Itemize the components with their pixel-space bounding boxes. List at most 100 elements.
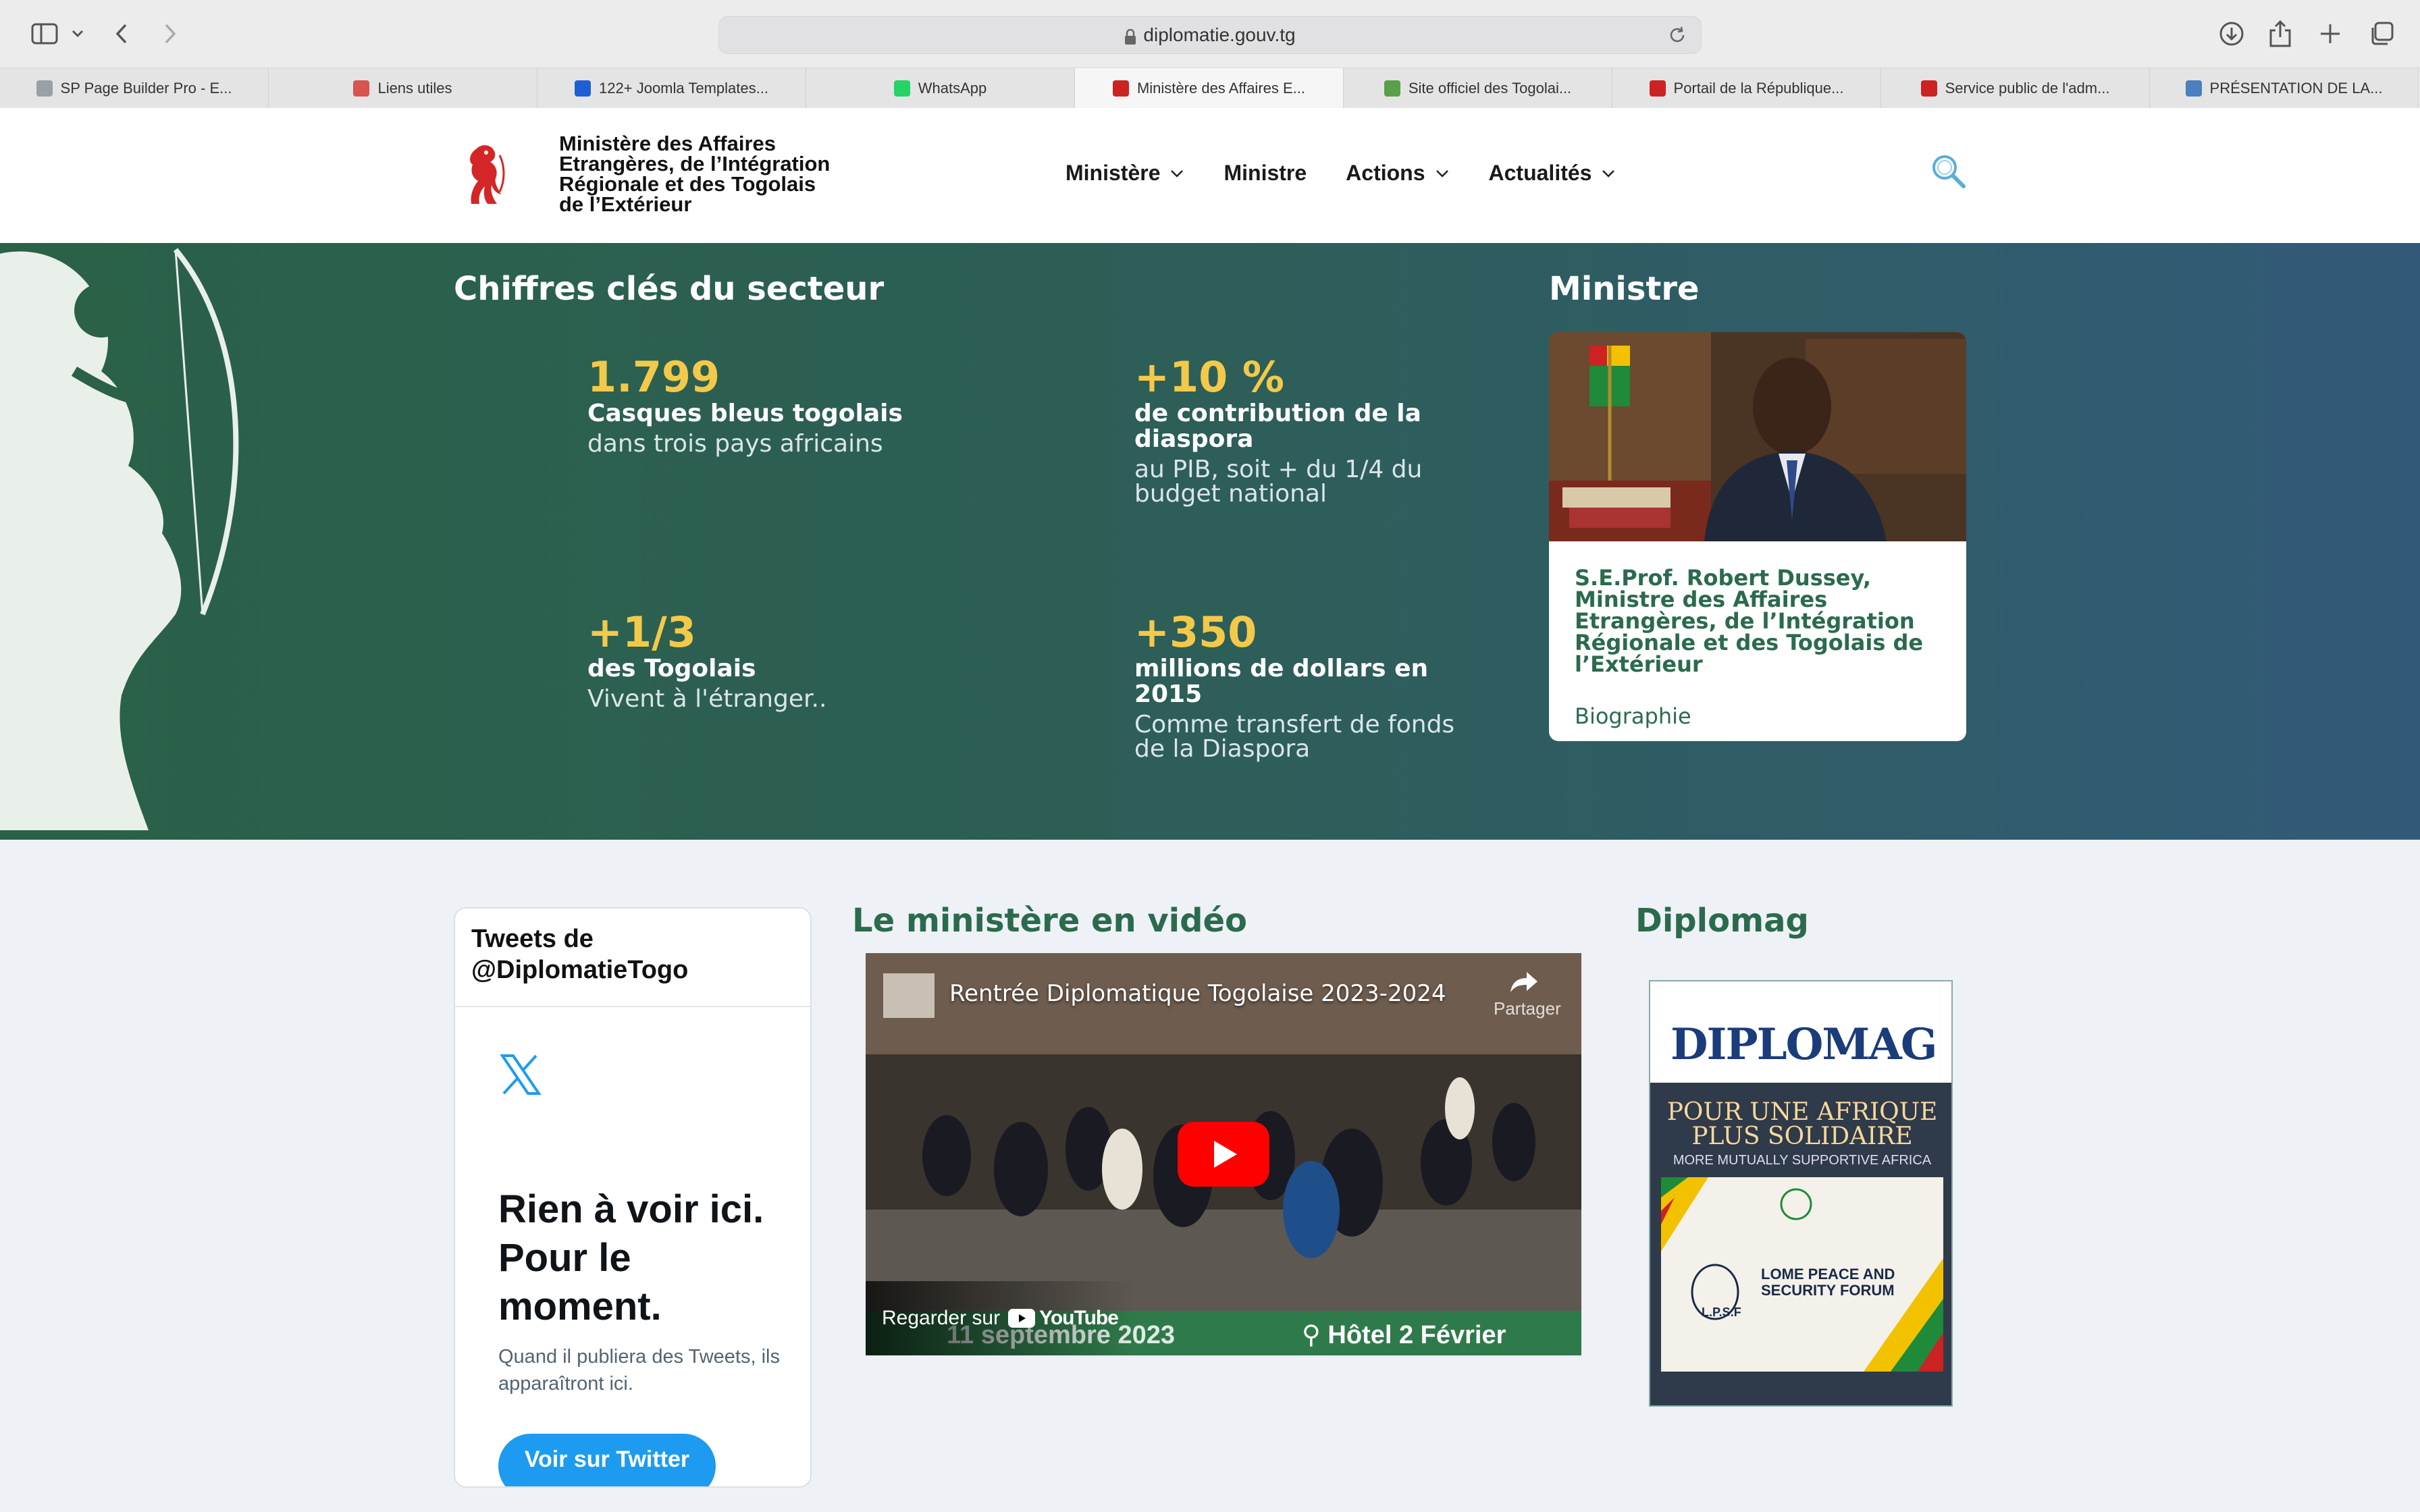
minister-name[interactable]: S.E.Prof. Robert Dussey, Ministre des Af… bbox=[1575, 567, 1941, 675]
browser-tab[interactable]: PRÉSENTATION DE LA... bbox=[2150, 68, 2419, 109]
diplomag-subheadline: MORE MUTUALLY SUPPORTIVE AFRICA bbox=[1673, 1153, 1932, 1168]
minister-card[interactable]: S.E.Prof. Robert Dussey, Ministre des Af… bbox=[1549, 332, 1966, 741]
diplomag-cover[interactable]: DIPLOMAG POUR UNE AFRIQUE PLUS SOLIDAIRE… bbox=[1649, 980, 1953, 1407]
play-icon[interactable] bbox=[1178, 1122, 1269, 1187]
back-icon[interactable] bbox=[108, 15, 135, 53]
main-nav: Ministère Ministre Actions Actualités bbox=[1066, 161, 1616, 186]
lock-icon bbox=[1124, 28, 1136, 45]
location-pin-icon: ⚲ bbox=[1302, 1321, 1321, 1349]
nav-item-actions[interactable]: Actions bbox=[1346, 161, 1449, 186]
minister-photo[interactable] bbox=[1549, 332, 1966, 541]
share-arrow-icon bbox=[1510, 972, 1537, 992]
tab-favicon-icon bbox=[1920, 80, 1937, 97]
stat-label: de contribution de la diaspora bbox=[1134, 400, 1421, 453]
diplomag-header: DIPLOMAG bbox=[1650, 981, 1951, 1083]
tab-favicon-icon bbox=[2185, 80, 2202, 97]
nav-label: Ministère bbox=[1066, 161, 1161, 185]
sidebar-toggle-icon[interactable] bbox=[24, 15, 65, 53]
stat-number: +350 bbox=[1134, 608, 1257, 657]
browser-tab[interactable]: SP Page Builder Pro - E... bbox=[0, 68, 269, 109]
share-icon[interactable] bbox=[2263, 15, 2297, 53]
stat-subtext: dans trois pays africains bbox=[587, 430, 883, 458]
reload-icon[interactable] bbox=[1667, 25, 1687, 50]
tab-label: Service public de l'adm... bbox=[1945, 80, 2110, 97]
chevron-down-icon bbox=[1436, 169, 1448, 178]
youtube-video-player[interactable]: Rentrée Diplomatique Togolaise 2023-2024… bbox=[866, 953, 1581, 1355]
stat-peacekeepers: 1.799 Casques bleus togolais dans trois … bbox=[587, 354, 939, 456]
diplomag-lpsf: L.P.S.F bbox=[1702, 1305, 1741, 1319]
nav-item-actualites[interactable]: Actualités bbox=[1489, 161, 1616, 186]
biography-link[interactable]: Biographie bbox=[1575, 703, 1941, 729]
watch-on-youtube-link[interactable]: Regarder sur YouTube bbox=[866, 1281, 1136, 1355]
diplomag-cover-panel: LOME PEACE AND SECURITY FORUM L.P.S.F bbox=[1661, 1177, 1943, 1372]
chevron-down-icon[interactable] bbox=[68, 15, 88, 53]
tab-label: PRÉSENTATION DE LA... bbox=[2209, 80, 2383, 97]
stat-number: +1/3 bbox=[587, 608, 696, 657]
empty-state-subtext: Quand il publiera des Tweets, ils appara… bbox=[498, 1346, 780, 1395]
tab-favicon-icon bbox=[575, 80, 591, 97]
browser-chrome: diplomatie.gouv.tg SP Page Builder Pro -… bbox=[0, 0, 2420, 109]
youtube-logo-icon: YouTube bbox=[1008, 1307, 1119, 1330]
browser-tab[interactable]: Service public de l'adm... bbox=[1881, 68, 2150, 109]
view-on-twitter-button[interactable]: Voir sur Twitter bbox=[498, 1434, 716, 1486]
tab-favicon-icon bbox=[1112, 80, 1129, 97]
stat-subtext: Comme transfert de fonds de la Diaspora bbox=[1134, 711, 1455, 763]
browser-tab[interactable]: Liens utiles bbox=[269, 68, 537, 109]
browser-tab[interactable]: Site officiel des Togolai... bbox=[1344, 68, 1612, 109]
share-label: Partager bbox=[1494, 998, 1561, 1019]
chevron-down-icon bbox=[1171, 169, 1184, 178]
stat-subtext: au PIB, soit + du 1/4 du budget national bbox=[1134, 456, 1423, 508]
hero-section: Chiffres clés du secteur 1.799 Casques b… bbox=[0, 243, 2420, 840]
download-icon[interactable] bbox=[2215, 15, 2248, 53]
nav-item-ministere[interactable]: Ministère bbox=[1066, 161, 1184, 186]
stat-togolese-abroad: +1/3 des Togolais Vivent à l'étranger.. bbox=[587, 609, 939, 711]
stat-remittances: +350 millions de dollars en 2015 Comme t… bbox=[1134, 609, 1485, 761]
minister-heading: Ministre bbox=[1549, 270, 1700, 308]
nav-label: Actualités bbox=[1488, 161, 1592, 185]
tweets-title: Tweets de @DiplomatieTogo bbox=[455, 909, 810, 1007]
stat-diaspora-contribution: +10 % de contribution de la diaspora au … bbox=[1134, 354, 1485, 506]
stat-number: +10 % bbox=[1134, 352, 1284, 402]
tab-label: Liens utiles bbox=[377, 80, 452, 97]
browser-tab[interactable]: 122+ Joomla Templates... bbox=[537, 68, 806, 109]
browser-tab[interactable]: WhatsApp bbox=[806, 68, 1075, 109]
browser-tab[interactable]: Portail de la République... bbox=[1612, 68, 1881, 109]
browser-tab[interactable]: Ministère des Affaires E... bbox=[1075, 68, 1344, 109]
lion-watermark-icon bbox=[0, 243, 311, 840]
tab-bar: SP Page Builder Pro - E... Liens utiles 12… bbox=[0, 68, 2420, 109]
tab-favicon-icon bbox=[1649, 80, 1666, 97]
nav-item-ministre[interactable]: Ministre bbox=[1224, 161, 1307, 186]
stat-subtext: Vivent à l'étranger.. bbox=[587, 685, 827, 713]
site-header: Ministère des Affaires Etrangères, de l’… bbox=[0, 108, 2420, 243]
stat-label: des Togolais bbox=[587, 655, 756, 682]
address-bar[interactable]: diplomatie.gouv.tg bbox=[718, 16, 1702, 54]
diplomag-logo: DIPLOMAG bbox=[1671, 1019, 1937, 1070]
video-share-button[interactable]: Partager bbox=[1494, 969, 1561, 1019]
watch-on-label: Regarder sur bbox=[882, 1307, 1001, 1329]
stat-label: Casques bleus togolais bbox=[587, 400, 903, 427]
nav-label: Actions bbox=[1346, 161, 1425, 185]
tab-label: SP Page Builder Pro - E... bbox=[60, 80, 232, 97]
tab-label: Portail de la République... bbox=[1673, 80, 1844, 97]
chevron-down-icon bbox=[1602, 169, 1615, 178]
new-tab-icon[interactable] bbox=[2313, 15, 2347, 53]
stat-label: millions de dollars en 2015 bbox=[1134, 655, 1429, 708]
video-section-title: Le ministère en vidéo bbox=[852, 902, 1248, 940]
tab-favicon-icon bbox=[353, 80, 370, 97]
tab-label: 122+ Joomla Templates... bbox=[599, 80, 768, 97]
video-place: ⚲ Hôtel 2 Février bbox=[1302, 1320, 1506, 1350]
diplomag-section-title: Diplomag bbox=[1635, 902, 1809, 940]
diplomag-headline: POUR UNE AFRIQUE PLUS SOLIDAIRE bbox=[1666, 1098, 1938, 1150]
video-place-label: Hôtel 2 Février bbox=[1327, 1321, 1506, 1349]
video-title[interactable]: Rentrée Diplomatique Togolaise 2023-2024 bbox=[949, 980, 1446, 1007]
x-logo-icon bbox=[498, 1053, 542, 1096]
tab-label: Ministère des Affaires E... bbox=[1136, 80, 1306, 97]
lion-logo-icon[interactable] bbox=[463, 142, 506, 209]
forward-icon[interactable] bbox=[157, 15, 184, 53]
diplomag-forum: LOME PEACE AND SECURITY FORUM bbox=[1761, 1266, 1895, 1299]
tab-favicon-icon bbox=[36, 80, 53, 97]
search-icon[interactable] bbox=[1930, 153, 1968, 190]
tab-overview-icon[interactable] bbox=[2365, 15, 2398, 53]
stat-number: 1.799 bbox=[587, 352, 720, 402]
site-logo-text[interactable]: Ministère des Affaires Etrangères, de l’… bbox=[559, 133, 843, 215]
